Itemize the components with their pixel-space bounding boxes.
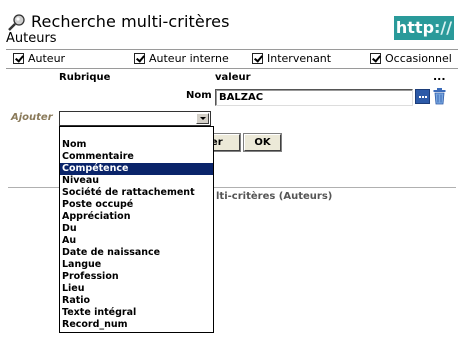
dropdown-option[interactable]: Profession — [60, 271, 213, 283]
criterion-value-input[interactable]: BALZAC — [215, 89, 413, 106]
dropdown-option[interactable]: Compétence — [60, 163, 213, 175]
trash-icon[interactable] — [433, 88, 446, 105]
dropdown-option[interactable]: Langue — [60, 259, 213, 271]
dropdown-option[interactable]: Niveau — [60, 175, 213, 187]
results-title: lti-critères (Auteurs) — [216, 191, 333, 202]
dropdown-option[interactable]: Lieu — [60, 283, 213, 295]
filter-occasionnel-label: Occasionnel — [385, 52, 452, 65]
dropdown-option[interactable]: Appréciation — [60, 211, 213, 223]
ajouter-select[interactable] — [59, 111, 211, 126]
dot-icon — [422, 96, 424, 98]
dropdown-option[interactable]: Société de rattachement — [60, 187, 213, 199]
filter-intervenant[interactable]: Intervenant — [252, 52, 331, 65]
dropdown-option[interactable]: Commentaire — [60, 151, 213, 163]
page-subtitle: Auteurs — [6, 31, 57, 46]
dropdown-option[interactable]: Texte intégral — [60, 307, 213, 319]
logo-text: http — [395, 18, 435, 37]
more-options-link[interactable]: ... — [433, 70, 446, 83]
checkbox-occasionnel[interactable] — [370, 53, 381, 64]
dropdown-option[interactable]: Poste occupé — [60, 199, 213, 211]
dot-icon — [425, 96, 427, 98]
filter-auteur-interne[interactable]: Auteur interne — [134, 52, 229, 65]
ajouter-dropdown-list[interactable]: Nom Commentaire Compétence Niveau Société de… — [59, 126, 214, 333]
dropdown-option[interactable]: Date de naissance — [60, 247, 213, 259]
dropdown-option[interactable]: Au — [60, 235, 213, 247]
filter-auteur[interactable]: Auteur — [13, 52, 65, 65]
brand-logo: http:// — [394, 16, 454, 40]
criterion-label-nom: Nom — [186, 90, 212, 101]
logo-slashes: :// — [434, 18, 453, 37]
filter-bar: Auteur Auteur interne Intervenant Occasi… — [6, 49, 458, 69]
dropdown-option[interactable]: Record_num — [60, 319, 213, 331]
dropdown-option[interactable]: Ratio — [60, 295, 213, 307]
chevron-down-icon[interactable] — [196, 113, 209, 124]
filter-auteur-interne-label: Auteur interne — [149, 52, 229, 65]
ok-button[interactable]: OK — [243, 133, 282, 152]
column-header-rubrique: Rubrique — [59, 72, 111, 83]
dot-icon — [419, 96, 421, 98]
checkbox-intervenant[interactable] — [252, 53, 263, 64]
checkbox-auteur-interne[interactable] — [134, 53, 145, 64]
dropdown-option[interactable]: Nom — [60, 139, 213, 151]
column-header-valeur: valeur — [215, 72, 251, 83]
search-tool-icon — [8, 14, 25, 31]
filter-occasionnel[interactable]: Occasionnel — [370, 52, 452, 65]
filter-auteur-label: Auteur — [28, 52, 66, 65]
ajouter-label: Ajouter — [11, 112, 53, 123]
filter-intervenant-label: Intervenant — [267, 52, 332, 65]
dropdown-option[interactable]: Du — [60, 223, 213, 235]
browse-button[interactable] — [415, 89, 430, 104]
page-title: Recherche multi-critères — [31, 12, 230, 31]
checkbox-auteur[interactable] — [13, 53, 24, 64]
